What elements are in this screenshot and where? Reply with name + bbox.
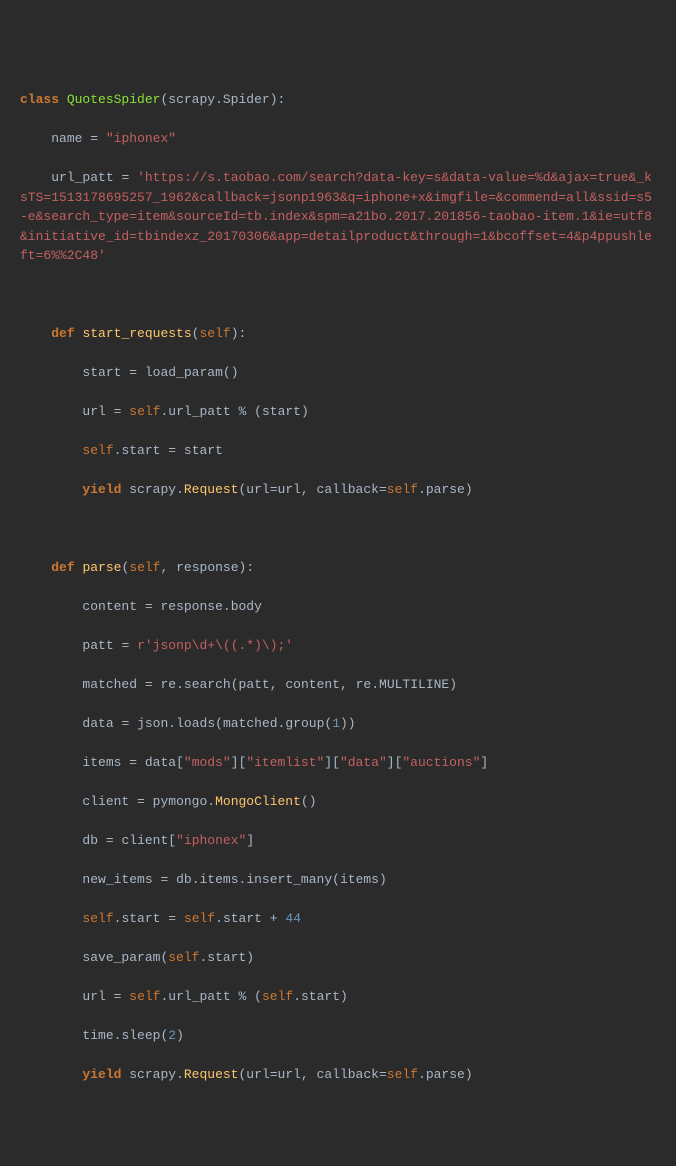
code-line: save_param(self.start) (20, 948, 656, 968)
code-line: self.start = start (20, 441, 656, 461)
code-line: start = load_param() (20, 363, 656, 383)
code-line (20, 285, 656, 305)
code-line (20, 519, 656, 539)
code-line: db = client["iphonex"] (20, 831, 656, 851)
code-line: items = data["mods"]["itemlist"]["data"]… (20, 753, 656, 773)
code-line: content = response.body (20, 597, 656, 617)
code-line: yield scrapy.Request(url=url, callback=s… (20, 480, 656, 500)
code-line: url_patt = 'https://s.taobao.com/search?… (20, 168, 656, 266)
code-line: patt = r'jsonp\d+\((.*)\);' (20, 636, 656, 656)
code-line: data = json.loads(matched.group(1)) (20, 714, 656, 734)
code-line: client = pymongo.MongoClient() (20, 792, 656, 812)
code-line: time.sleep(2) (20, 1026, 656, 1046)
code-line: class QuotesSpider(scrapy.Spider): (20, 90, 656, 110)
code-line: def start_requests(self): (20, 324, 656, 344)
code-line: def parse(self, response): (20, 558, 656, 578)
code-line: name = "iphonex" (20, 129, 656, 149)
code-line: matched = re.search(patt, content, re.MU… (20, 675, 656, 695)
code-line: self.start = self.start + 44 (20, 909, 656, 929)
code-line: new_items = db.items.insert_many(items) (20, 870, 656, 890)
code-line: url = self.url_patt % (start) (20, 402, 656, 422)
code-line: yield scrapy.Request(url=url, callback=s… (20, 1065, 656, 1085)
code-line: url = self.url_patt % (self.start) (20, 987, 656, 1007)
